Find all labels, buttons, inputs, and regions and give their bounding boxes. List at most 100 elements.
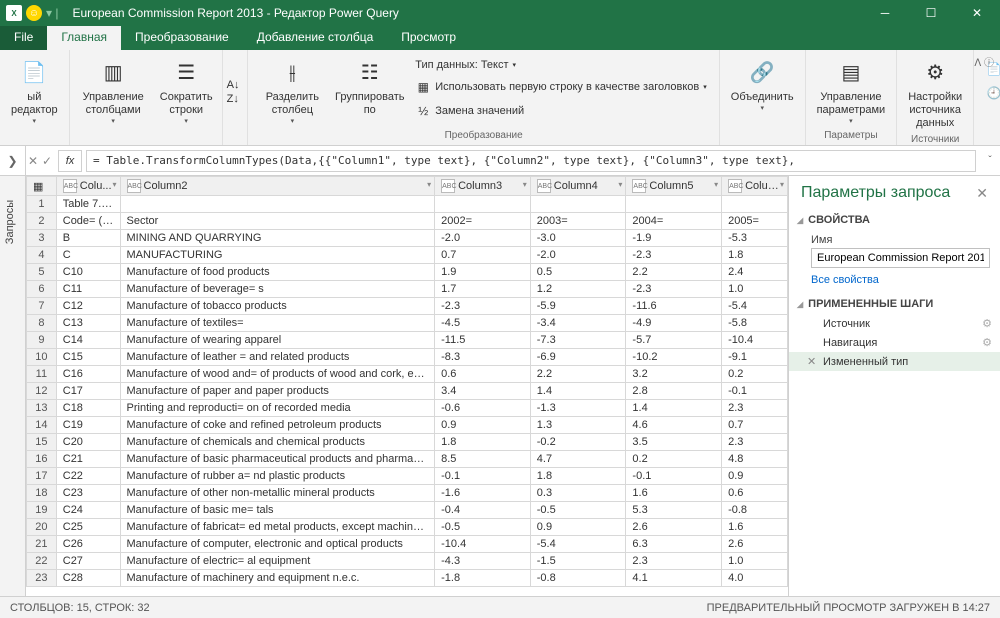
cell[interactable]: -2.0 bbox=[530, 247, 626, 264]
table-row[interactable]: 20C25Manufacture of fabricat= ed metal p… bbox=[27, 519, 788, 536]
cell[interactable]: 0.9 bbox=[530, 519, 626, 536]
applied-step[interactable]: Навигация⚙ bbox=[789, 333, 1000, 352]
cell[interactable]: 5.3 bbox=[626, 502, 722, 519]
table-row[interactable]: 22C27Manufacture of electric= al equipme… bbox=[27, 553, 788, 570]
cell[interactable]: 1.6 bbox=[626, 485, 722, 502]
reduce-rows-button[interactable]: ☰ Сократить строки ▾ bbox=[155, 54, 218, 130]
cell[interactable]: 1.0 bbox=[722, 553, 788, 570]
cell[interactable]: Manufacture of rubber a= nd plastic prod… bbox=[120, 468, 435, 485]
cell[interactable] bbox=[435, 196, 531, 213]
queries-rail[interactable]: Запросы bbox=[0, 176, 26, 596]
group-by-button[interactable]: ☷ Группировать по bbox=[334, 54, 405, 120]
cell[interactable]: Code= (NAC... bbox=[56, 213, 120, 230]
gear-icon[interactable]: ⚙ bbox=[982, 336, 992, 349]
applied-step[interactable]: ✕Измененный тип bbox=[789, 352, 1000, 371]
cell[interactable]: -0.4 bbox=[435, 502, 531, 519]
cell[interactable]: 2.2 bbox=[626, 264, 722, 281]
cell[interactable]: 4.8 bbox=[722, 451, 788, 468]
cell[interactable]: 0.7 bbox=[722, 417, 788, 434]
cell[interactable]: -1.9 bbox=[626, 230, 722, 247]
filter-icon[interactable]: ▾ bbox=[523, 180, 527, 189]
recent-sources-button[interactable]: 🕘 Последние источники ▾ bbox=[982, 82, 1000, 104]
table-row[interactable]: 7C12Manufacture of tobacco products-2.3-… bbox=[27, 298, 788, 315]
table-row[interactable]: 9C14Manufacture of wearing apparel-11.5-… bbox=[27, 332, 788, 349]
table-row[interactable]: 11C16Manufacture of wood and= of product… bbox=[27, 366, 788, 383]
cell[interactable]: -0.1 bbox=[722, 383, 788, 400]
cell[interactable]: -0.2 bbox=[530, 434, 626, 451]
cell[interactable] bbox=[120, 196, 435, 213]
filter-icon[interactable]: ▾ bbox=[714, 180, 718, 189]
cell[interactable]: 0.9 bbox=[722, 468, 788, 485]
row-number[interactable]: 1 bbox=[27, 196, 57, 213]
gear-icon[interactable]: ⚙ bbox=[982, 317, 992, 330]
row-number[interactable]: 18 bbox=[27, 485, 57, 502]
cell[interactable]: B bbox=[56, 230, 120, 247]
table-row[interactable]: 19C24Manufacture of basic me= tals-0.4-0… bbox=[27, 502, 788, 519]
minimize-button[interactable]: ─ bbox=[862, 0, 908, 26]
cell[interactable]: 1.8 bbox=[435, 434, 531, 451]
split-column-button[interactable]: ⫲ Разделить столбец ▾ bbox=[252, 54, 332, 130]
cell[interactable]: Manufacture of electric= al equipment bbox=[120, 553, 435, 570]
cell[interactable]: -5.4 bbox=[722, 298, 788, 315]
cell[interactable]: C17 bbox=[56, 383, 120, 400]
row-number[interactable]: 22 bbox=[27, 553, 57, 570]
column-header[interactable]: ABCColumn6▾ bbox=[722, 177, 788, 196]
manage-columns-button[interactable]: ▥ Управление столбцами ▾ bbox=[74, 54, 153, 130]
cell[interactable]: -11.5 bbox=[435, 332, 531, 349]
cell[interactable]: -6.9 bbox=[530, 349, 626, 366]
tab-transform[interactable]: Преобразование bbox=[121, 26, 243, 50]
cell[interactable]: -2.0 bbox=[435, 230, 531, 247]
cell[interactable]: -5.8 bbox=[722, 315, 788, 332]
cell[interactable]: 0.2 bbox=[626, 451, 722, 468]
cell[interactable]: MANUFACTURING bbox=[120, 247, 435, 264]
cell[interactable]: -4.3 bbox=[435, 553, 531, 570]
row-number[interactable]: 9 bbox=[27, 332, 57, 349]
cell[interactable]: 2.6 bbox=[722, 536, 788, 553]
table-row[interactable]: 12C17Manufacture of paper and paper prod… bbox=[27, 383, 788, 400]
row-number[interactable]: 15 bbox=[27, 434, 57, 451]
cell[interactable]: 1.8 bbox=[722, 247, 788, 264]
row-number[interactable]: 5 bbox=[27, 264, 57, 281]
cell[interactable]: MINING AND QUARRYING bbox=[120, 230, 435, 247]
cell[interactable]: Manufacture of textiles= bbox=[120, 315, 435, 332]
cell[interactable]: -0.8 bbox=[722, 502, 788, 519]
cell[interactable]: 1.7 bbox=[435, 281, 531, 298]
row-number[interactable]: 7 bbox=[27, 298, 57, 315]
cell[interactable]: 6.3 bbox=[626, 536, 722, 553]
column-header[interactable]: ABCColumn4▾ bbox=[530, 177, 626, 196]
cell[interactable]: Manufacture of leather = and related pro… bbox=[120, 349, 435, 366]
cell[interactable]: 1.4 bbox=[530, 383, 626, 400]
table-row[interactable]: 10C15Manufacture of leather = and relate… bbox=[27, 349, 788, 366]
cell[interactable]: C11 bbox=[56, 281, 120, 298]
cell[interactable]: 8.5 bbox=[435, 451, 531, 468]
cell[interactable] bbox=[530, 196, 626, 213]
cell[interactable]: C23 bbox=[56, 485, 120, 502]
table-row[interactable]: 16C21Manufacture of basic pharmaceutical… bbox=[27, 451, 788, 468]
sort-desc-icon[interactable]: Z↓ bbox=[227, 93, 239, 105]
cell[interactable]: Manufacture of chemicals and chemical pr… bbox=[120, 434, 435, 451]
cell[interactable]: 0.6 bbox=[722, 485, 788, 502]
row-number[interactable]: 11 bbox=[27, 366, 57, 383]
cell[interactable]: C28 bbox=[56, 570, 120, 587]
ribbon-collapse-icon[interactable]: ᐱ ⓘ bbox=[974, 54, 994, 69]
cell[interactable]: Table 7.1: E=... bbox=[56, 196, 120, 213]
cell[interactable]: C16 bbox=[56, 366, 120, 383]
tab-view[interactable]: Просмотр bbox=[387, 26, 470, 50]
row-number[interactable]: 2 bbox=[27, 213, 57, 230]
cell[interactable]: -9.1 bbox=[722, 349, 788, 366]
row-number[interactable]: 14 bbox=[27, 417, 57, 434]
cell[interactable]: 0.9 bbox=[435, 417, 531, 434]
table-row[interactable]: 4CMANUFACTURING0.7-2.0-2.31.8 bbox=[27, 247, 788, 264]
cell[interactable]: -5.7 bbox=[626, 332, 722, 349]
cell[interactable]: 2004= bbox=[626, 213, 722, 230]
cell[interactable]: Manufacture of machinery and equipment n… bbox=[120, 570, 435, 587]
cell[interactable]: -4.9 bbox=[626, 315, 722, 332]
grid-corner[interactable]: ▦ bbox=[27, 177, 57, 196]
cell[interactable]: C14 bbox=[56, 332, 120, 349]
merge-button[interactable]: 🔗 Объединить ▾ bbox=[724, 54, 801, 117]
applied-steps-header[interactable]: ◢ ПРИМЕНЕННЫЕ ШАГИ bbox=[789, 294, 1000, 314]
query-name-input[interactable] bbox=[811, 248, 990, 268]
cell[interactable]: -2.3 bbox=[626, 281, 722, 298]
cell[interactable]: C22 bbox=[56, 468, 120, 485]
cell[interactable]: -10.4 bbox=[722, 332, 788, 349]
